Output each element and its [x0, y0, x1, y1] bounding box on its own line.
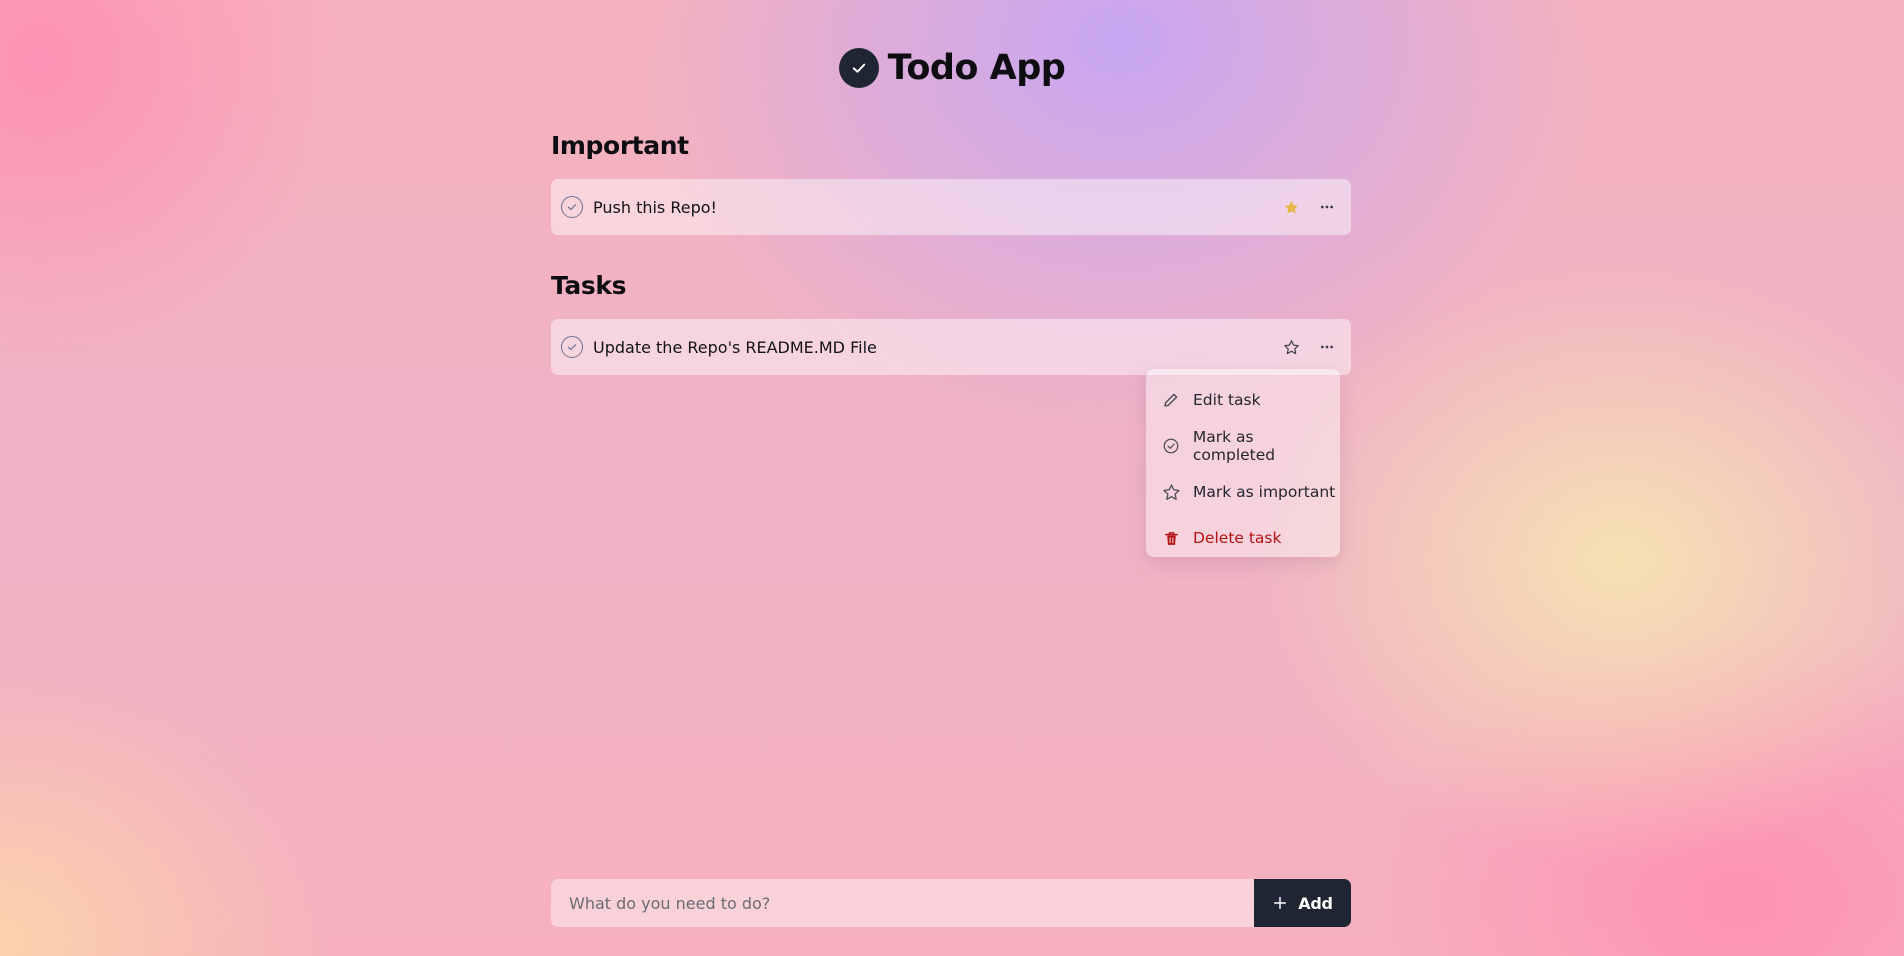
- add-task-form: Add: [551, 879, 1351, 927]
- star-outline-icon: [1161, 482, 1181, 502]
- new-task-input[interactable]: [551, 879, 1254, 927]
- app-title: Todo App: [887, 48, 1066, 88]
- add-button-label: Add: [1298, 893, 1333, 913]
- complete-toggle[interactable]: [561, 196, 583, 218]
- task-text: Push this Repo!: [593, 197, 717, 217]
- task-row: Update the Repo's README.MD File: [551, 319, 1351, 375]
- task-context-menu: Edit task Mark as completed Mark as impo…: [1146, 369, 1340, 557]
- task-row: Push this Repo!: [551, 179, 1351, 235]
- logo: [838, 48, 879, 88]
- important-toggle[interactable]: [1277, 333, 1305, 361]
- add-button[interactable]: Add: [1254, 879, 1351, 927]
- task-text: Update the Repo's README.MD File: [593, 337, 877, 357]
- menu-item-label: Delete task: [1193, 529, 1282, 547]
- check-circle-icon: [1161, 436, 1181, 456]
- check-icon: [567, 344, 577, 351]
- menu-item-mark-completed[interactable]: Mark as completed: [1146, 423, 1340, 469]
- menu-item-delete-task[interactable]: Delete task: [1146, 515, 1340, 561]
- ellipsis-icon: [1321, 345, 1333, 349]
- check-icon: [852, 63, 865, 73]
- menu-item-mark-important[interactable]: Mark as important: [1146, 469, 1340, 515]
- pencil-icon: [1161, 390, 1181, 410]
- menu-item-label: Edit task: [1193, 391, 1261, 409]
- plus-icon: [1274, 896, 1287, 910]
- complete-toggle[interactable]: [561, 336, 583, 358]
- menu-item-label: Mark as completed: [1192, 428, 1276, 464]
- check-icon: [567, 204, 577, 211]
- important-toggle[interactable]: [1277, 193, 1305, 221]
- section-title-tasks: Tasks: [551, 271, 627, 300]
- more-options-button[interactable]: [1313, 193, 1341, 221]
- app-header: Todo App: [0, 48, 1904, 88]
- star-outline-icon: [1283, 339, 1299, 354]
- ellipsis-icon: [1321, 205, 1333, 209]
- more-options-button[interactable]: [1313, 333, 1341, 361]
- menu-item-edit-task[interactable]: Edit task: [1146, 377, 1340, 423]
- section-title-important: Important: [551, 131, 689, 160]
- trash-icon: [1161, 528, 1181, 548]
- menu-item-label: Mark as important: [1193, 483, 1336, 501]
- star-filled-icon: [1284, 200, 1298, 214]
